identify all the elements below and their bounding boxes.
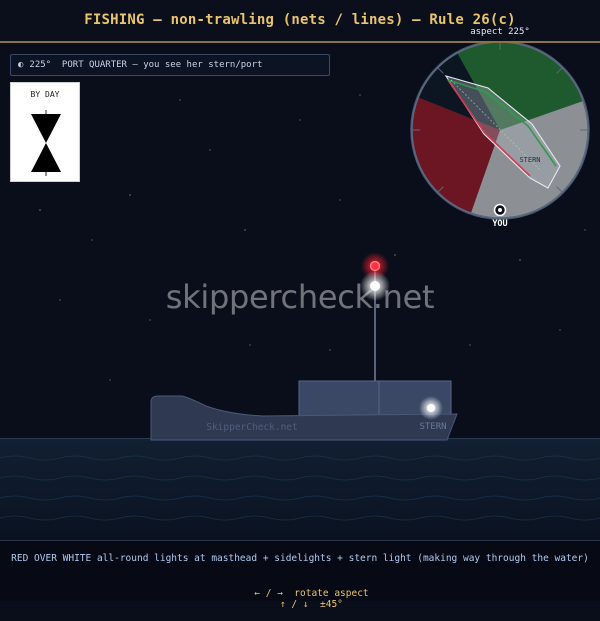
radar-stern-label: STERN bbox=[519, 156, 540, 164]
watermark: skippercheck.net bbox=[165, 278, 435, 316]
day-shape-card: BY DAY bbox=[10, 82, 80, 182]
hull-stern-label: STERN bbox=[419, 422, 446, 432]
observer-label: YOU bbox=[492, 219, 507, 229]
red-masthead-light bbox=[369, 260, 381, 272]
hourglass-cones-icon bbox=[31, 110, 61, 176]
page-title: FISHING — non-trawling (nets / lines) — … bbox=[84, 12, 516, 28]
aspect-info-text: 225° PORT QUARTER — you see her stern/po… bbox=[29, 60, 263, 70]
step-aspect-hint[interactable]: ↑ / ↓ ±45° bbox=[280, 599, 343, 610]
footer: RED OVER WHITE all-round lights at masth… bbox=[0, 540, 600, 610]
rotate-aspect-hint[interactable]: ← / → rotate aspect bbox=[254, 588, 368, 599]
sea bbox=[0, 438, 600, 540]
aspect-degrees-label: aspect 225° bbox=[470, 27, 530, 37]
aspect-info-box: ◐ 225° PORT QUARTER — you see her stern/… bbox=[10, 54, 330, 76]
hull-name: SkipperCheck.net bbox=[206, 422, 298, 433]
title-bar: FISHING — non-trawling (nets / lines) — … bbox=[0, 0, 600, 43]
controls-hint: ← / → rotate aspect ↑ / ↓ ±45° bbox=[0, 577, 600, 621]
half-circle-icon: ◐ bbox=[18, 60, 24, 70]
lights-description: RED OVER WHITE all-round lights at masth… bbox=[11, 553, 589, 564]
stern-light bbox=[427, 404, 435, 412]
